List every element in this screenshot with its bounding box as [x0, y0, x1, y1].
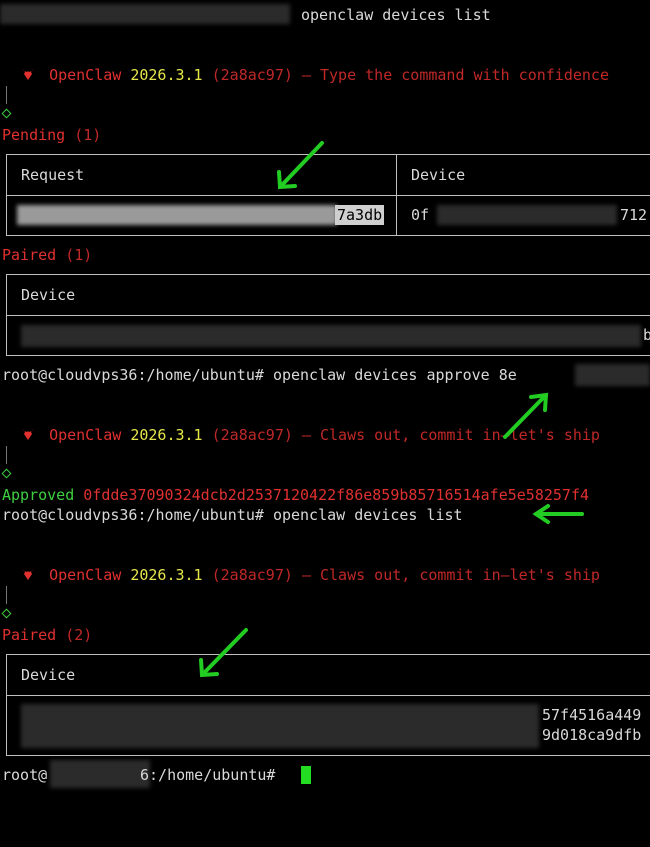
annotation-arrows	[199, 141, 584, 678]
arrow-pending-request	[277, 141, 324, 190]
arrow-approve-id	[503, 392, 549, 439]
arrow-paired-device	[199, 628, 248, 678]
arrow-list-command	[532, 504, 584, 524]
